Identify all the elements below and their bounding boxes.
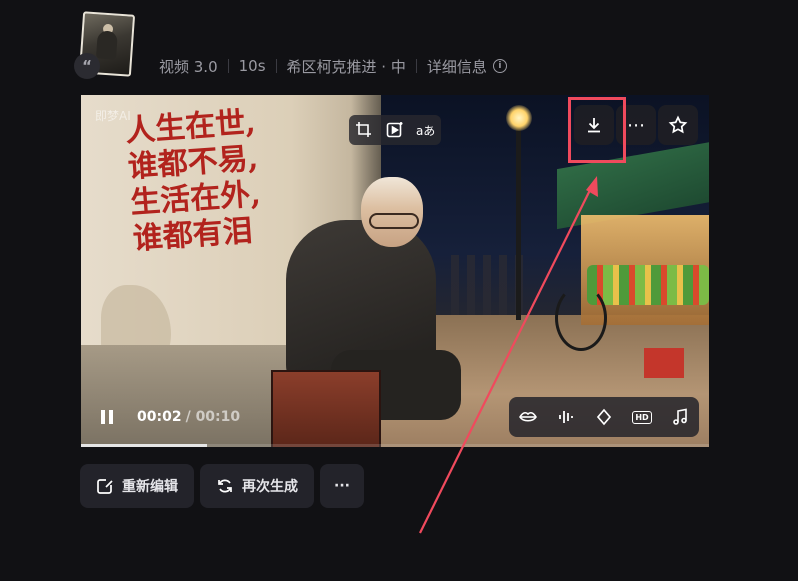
keyframe-icon[interactable] (593, 406, 615, 428)
crop-replace-icon[interactable] (353, 119, 375, 141)
star-icon (668, 115, 688, 134)
translate-icon[interactable]: aあ (415, 119, 437, 141)
divider (415, 59, 417, 73)
more-icon: ⋯ (627, 114, 645, 136)
video-enhance-icon[interactable] (384, 119, 406, 141)
total-time: / 00:10 (185, 409, 241, 425)
hd-upscale-icon[interactable]: HD (631, 406, 653, 428)
audio-waveform-icon[interactable] (555, 406, 577, 428)
divider (275, 59, 277, 73)
favorite-button[interactable] (658, 105, 698, 145)
download-highlight-box (568, 97, 626, 163)
refresh-icon (218, 479, 232, 493)
divider (227, 59, 229, 73)
action-bar: 重新编辑 再次生成 ··· (80, 464, 364, 508)
tool-box (271, 370, 381, 447)
reedit-button[interactable]: 重新编辑 (80, 464, 194, 508)
progress-bar[interactable] (81, 444, 709, 447)
model-version: 视频 3.0 (159, 57, 218, 76)
regenerate-button[interactable]: 再次生成 (200, 464, 314, 508)
edit-icon (97, 479, 113, 494)
info-icon[interactable]: i (492, 59, 507, 73)
regenerate-label: 再次生成 (242, 479, 298, 495)
details-link[interactable]: 详细信息 (427, 56, 487, 77)
lip-sync-icon[interactable] (517, 406, 539, 428)
video-tools-panel: HD (509, 397, 699, 437)
duration-label: 10s (238, 57, 266, 75)
pause-button[interactable] (101, 410, 115, 424)
current-time: 00:02 (137, 409, 182, 425)
quote-icon: “ (74, 53, 100, 79)
video-edit-toolbar: aあ (349, 115, 441, 145)
more-actions-button[interactable]: ··· (320, 464, 364, 508)
more-icon: ··· (334, 478, 350, 494)
playback-controls: 00:02 / 00:10 (101, 409, 240, 425)
street-lamp (516, 125, 521, 320)
bicycle (555, 285, 607, 351)
wall-slogan: 人生在世, 谁都不易, 生活在外, 谁都有泪 (124, 105, 262, 257)
watermark: 即梦AI (95, 109, 131, 123)
progress-fill (81, 444, 207, 447)
camera-style-label: 希区柯克推进 · 中 (286, 57, 406, 76)
music-icon[interactable] (669, 406, 691, 428)
video-meta: 视频 3.0 10s 希区柯克推进 · 中 详细信息 i (159, 55, 507, 77)
reedit-label: 重新编辑 (122, 479, 178, 495)
